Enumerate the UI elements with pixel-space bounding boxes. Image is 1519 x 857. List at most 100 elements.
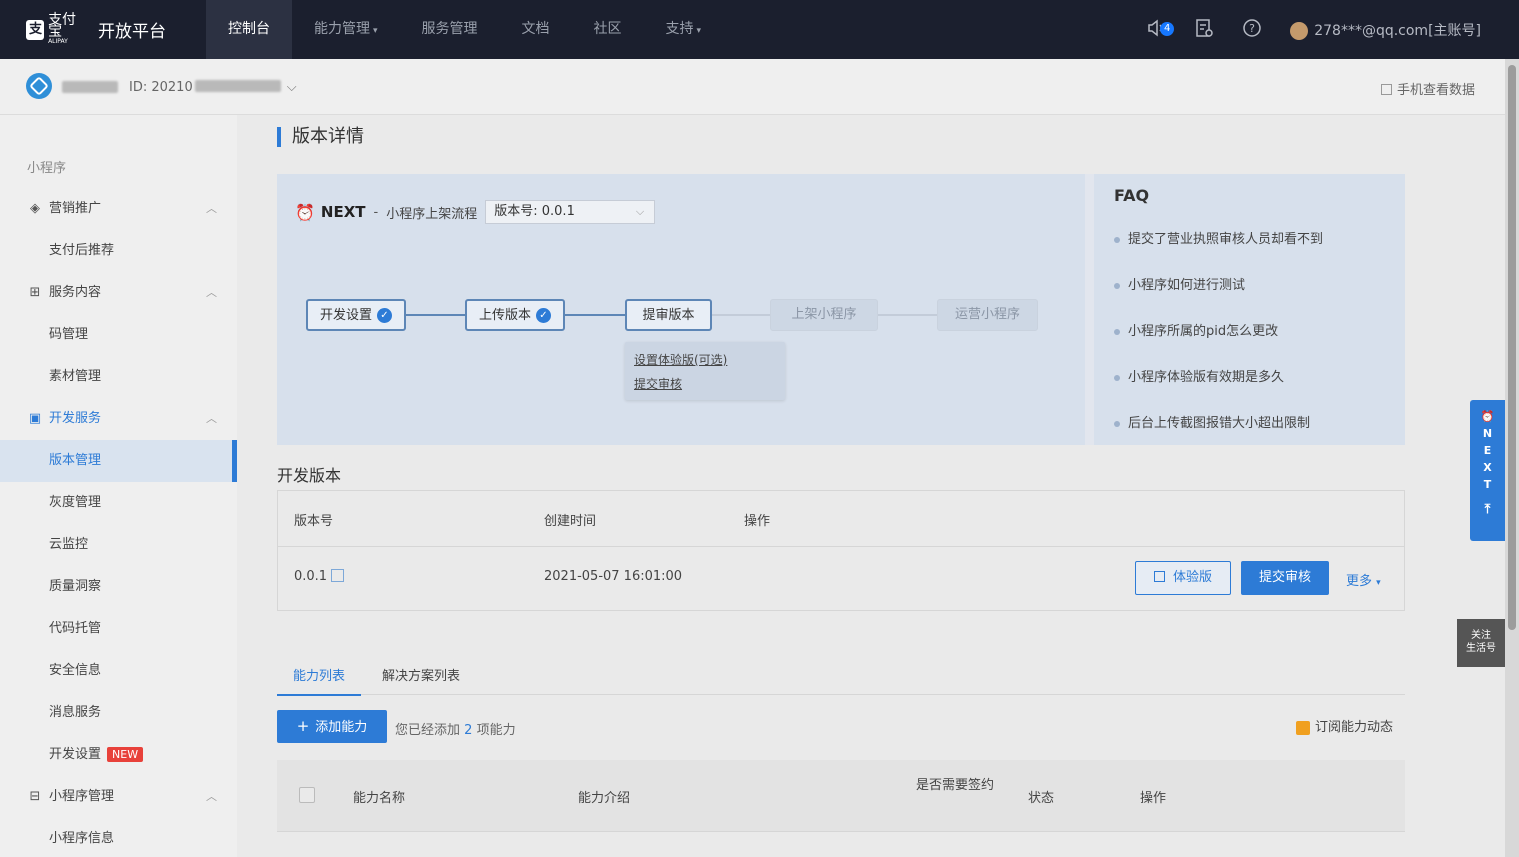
- chevron-up-icon: ︿: [206, 790, 217, 803]
- layers-icon: ◈: [30, 201, 40, 216]
- speaker-icon[interactable]: 4: [1146, 18, 1175, 42]
- sidebar-item-security-info[interactable]: 安全信息: [0, 650, 237, 692]
- sidebar-item-code-hosting[interactable]: 代码托管: [0, 608, 237, 650]
- select-all-checkbox[interactable]: [299, 787, 315, 803]
- next-word: NEXT: [320, 203, 366, 221]
- faq-item[interactable]: 小程序如何进行测试: [1114, 274, 1245, 293]
- chevron-up-icon: ︿: [206, 412, 217, 425]
- document-icon[interactable]: [1194, 18, 1214, 42]
- sidebar-item-miniapp-info[interactable]: 小程序信息: [0, 818, 237, 857]
- nav-community[interactable]: 社区: [572, 0, 644, 59]
- nav-service-management[interactable]: 服务管理: [400, 0, 500, 59]
- faq-item[interactable]: 小程序体验版有效期是多久: [1114, 366, 1284, 385]
- step-publish-miniapp[interactable]: 上架小程序: [770, 299, 878, 331]
- scrollbar-thumb[interactable]: [1508, 65, 1516, 630]
- sidebar-group-service-content[interactable]: ⊞ 服务内容 ︿: [0, 272, 237, 314]
- col-cap-ops: 操作: [1140, 791, 1167, 806]
- col-cap-name: 能力名称: [353, 791, 406, 806]
- sidebar-item-gray-release[interactable]: 灰度管理: [0, 482, 237, 524]
- col-created: 创建时间: [544, 514, 597, 529]
- account-menu[interactable]: 278***@qq.com[主账号]: [1290, 20, 1481, 40]
- step-operate-miniapp[interactable]: 运营小程序: [937, 299, 1038, 331]
- new-tag: NEW: [107, 747, 144, 762]
- sidebar-item-code-management[interactable]: 码管理: [0, 314, 237, 356]
- app-id[interactable]: ID: 20210 ⌵: [129, 79, 297, 95]
- substeps-popover: 设置体验版(可选) 提交审核: [625, 342, 785, 400]
- tab-solution-list[interactable]: 解决方案列表: [382, 665, 460, 692]
- next-subtitle: 小程序上架流程: [386, 206, 478, 222]
- mobile-data-link[interactable]: 手机查看数据: [1380, 79, 1475, 98]
- app-header: ID: 20210 ⌵ 手机查看数据: [0, 59, 1505, 115]
- nav-docs[interactable]: 文档: [500, 0, 572, 59]
- qrcode-icon: [1153, 571, 1165, 582]
- col-need-sign: 是否需要签约: [916, 778, 995, 793]
- dev-version-title: 开发版本: [277, 466, 342, 485]
- briefcase-icon: ⊟: [29, 789, 41, 804]
- top-navbar: 支 支付宝 ALIPAY 开放平台 控制台 能力管理 ▾ 服务管理 文档 社区 支…: [0, 0, 1519, 59]
- nav-console[interactable]: 控制台: [206, 0, 292, 59]
- brand-small: 支付宝: [48, 12, 77, 40]
- substep-submit-review[interactable]: 提交审核: [634, 375, 785, 392]
- sidebar-group-marketing[interactable]: ◈ 营销推广 ︿: [0, 188, 237, 230]
- sidebar-item-dev-settings[interactable]: 开发设置 NEW: [0, 734, 237, 776]
- col-version: 版本号: [294, 514, 334, 529]
- submit-review-button[interactable]: 提交审核: [1241, 561, 1329, 595]
- more-dropdown[interactable]: 更多 ▾: [1346, 570, 1381, 589]
- brand[interactable]: 支 支付宝 ALIPAY 开放平台: [26, 12, 166, 45]
- sidebar-group-dev-service[interactable]: ▣ 开发服务 ︿: [0, 398, 237, 440]
- tab-capability-list[interactable]: 能力列表: [277, 665, 362, 696]
- nav-capability-management[interactable]: 能力管理 ▾: [292, 0, 400, 59]
- brand-title: 开放平台: [98, 22, 166, 42]
- account-email: 278***@qq.com[主账号]: [1314, 22, 1481, 39]
- experience-button[interactable]: 体验版: [1135, 561, 1231, 595]
- sidebar-item-message-service[interactable]: 消息服务: [0, 692, 237, 734]
- alarm-clock-icon: ⏰: [1480, 410, 1495, 423]
- back-to-top-icon[interactable]: ⤒: [1470, 501, 1505, 518]
- doc-icon: [331, 569, 345, 582]
- col-cap-intro: 能力介绍: [578, 791, 631, 806]
- sidebar-item-material-management[interactable]: 素材管理: [0, 356, 237, 398]
- next-flow-panel: ⏰ NEXT - 小程序上架流程 版本号: 0.0.1 ⌵ 开发设置 ✓ 上传版本…: [277, 174, 1085, 445]
- faq-item[interactable]: 后台上传截图报错大小超出限制: [1114, 412, 1310, 431]
- capability-tabs: 能力列表 解决方案列表: [277, 655, 1405, 696]
- sidebar-item-post-payment-recommend[interactable]: 支付后推荐: [0, 230, 237, 272]
- col-status: 状态: [1028, 791, 1055, 806]
- nav-support[interactable]: 支持 ▾: [644, 0, 724, 59]
- faq-item[interactable]: 提交了营业执照审核人员却看不到: [1114, 228, 1323, 247]
- sidebar-item-cloud-monitor[interactable]: 云监控: [0, 524, 237, 566]
- step-dev-settings[interactable]: 开发设置 ✓: [306, 299, 406, 331]
- dev-version-table: 版本号 创建时间 操作 0.0.1 2021-05-07 16:01:00 体验…: [277, 490, 1405, 611]
- next-floating-widget[interactable]: ⏰ N E X T ⤒: [1470, 400, 1505, 541]
- step-upload-version[interactable]: 上传版本 ✓: [465, 299, 565, 331]
- sidebar-group-miniapp-management[interactable]: ⊟ 小程序管理 ︿: [0, 776, 237, 818]
- sidebar-item-quality-insight[interactable]: 质量洞察: [0, 566, 237, 608]
- plus-icon: +: [296, 717, 310, 735]
- subscribe-link[interactable]: 订阅能力动态: [1296, 716, 1393, 735]
- substep-set-experience[interactable]: 设置体验版(可选): [634, 351, 785, 368]
- version-link[interactable]: 0.0.1: [294, 569, 345, 584]
- sidebar-item-version-management[interactable]: 版本管理: [0, 440, 237, 482]
- caret-down-icon: ▾: [373, 26, 378, 36]
- page-scrollbar[interactable]: [1505, 59, 1519, 857]
- avatar: [1290, 21, 1309, 40]
- table-header: 版本号 创建时间 操作: [278, 491, 1404, 547]
- sidebar-section-title: 小程序: [27, 161, 67, 176]
- version-select[interactable]: 版本号: 0.0.1 ⌵: [485, 200, 656, 224]
- qrcode-icon: [1380, 84, 1392, 95]
- faq-panel: FAQ 提交了营业执照审核人员却看不到 小程序如何进行测试 小程序所属的pid怎…: [1094, 174, 1405, 445]
- grid-icon: ⊞: [29, 285, 41, 300]
- add-capability-button[interactable]: + 添加能力: [277, 710, 387, 743]
- page-title: 版本详情: [277, 127, 364, 147]
- faq-title: FAQ: [1114, 186, 1150, 205]
- caret-down-icon: ▾: [696, 26, 702, 36]
- code-window-icon: ▣: [28, 411, 42, 426]
- app-icon: [26, 73, 52, 99]
- faq-item[interactable]: 小程序所属的pid怎么更改: [1114, 320, 1278, 339]
- step-submit-review[interactable]: 提审版本: [625, 299, 712, 331]
- added-count-text: 您已经添加 2 项能力: [395, 723, 516, 738]
- capability-table-header: 能力名称 能力介绍 是否需要签约 状态 操作: [277, 760, 1405, 832]
- caret-down-icon: ▾: [1376, 578, 1381, 588]
- notification-badge: 4: [1160, 21, 1175, 36]
- help-icon[interactable]: ?: [1242, 18, 1262, 42]
- follow-life-account-button[interactable]: 关注 生活号: [1457, 619, 1505, 667]
